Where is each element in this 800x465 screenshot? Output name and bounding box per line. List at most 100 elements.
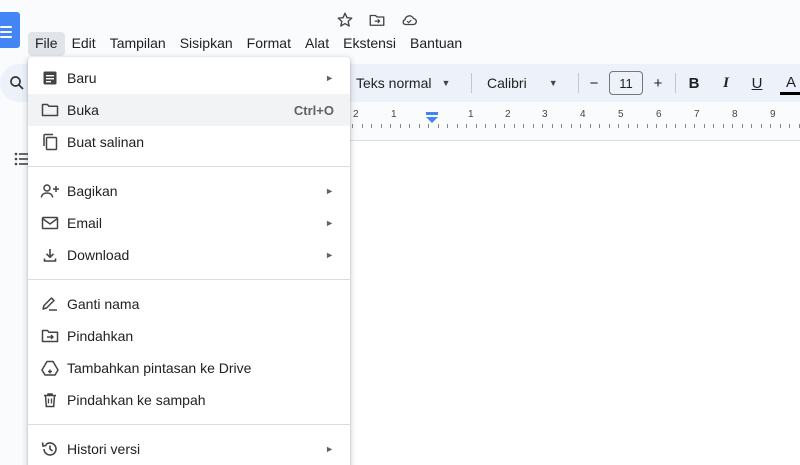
- rename-icon: [40, 294, 60, 314]
- file-menu-item-label: Pindahkan: [67, 328, 134, 344]
- file-menu-item-label: Ganti nama: [67, 296, 140, 312]
- submenu-arrow-icon: ►: [325, 250, 334, 260]
- ruler-tick: [438, 124, 439, 128]
- ruler-tick: [533, 124, 534, 128]
- ruler-tick: [732, 124, 733, 128]
- menu-format[interactable]: Format: [240, 32, 298, 56]
- ruler-number: 8: [732, 109, 738, 120]
- cloud-saved-icon[interactable]: [398, 10, 420, 30]
- ruler-tick: [647, 124, 648, 128]
- search-icon[interactable]: [8, 74, 26, 97]
- toolbar-divider: [578, 73, 579, 93]
- file-menu-item[interactable]: Email ►: [28, 207, 350, 239]
- menu-extensions[interactable]: Ekstensi: [336, 32, 403, 56]
- bold-button[interactable]: B: [683, 73, 705, 93]
- ruler-tick: [751, 124, 752, 128]
- caret-down-icon: ▼: [548, 78, 558, 88]
- email-icon: [40, 213, 60, 233]
- increase-font-size-button[interactable]: +: [647, 73, 669, 93]
- file-menu-item[interactable]: Pindahkan ke sampah: [28, 384, 350, 416]
- ruler-tick: [609, 124, 610, 128]
- paragraph-style-dropdown[interactable]: Teks normal ▼: [356, 73, 450, 93]
- ruler-tick: [685, 124, 686, 128]
- ruler-tick: [485, 124, 486, 128]
- ruler-tick: [694, 124, 695, 128]
- menu-view[interactable]: Tampilan: [103, 32, 173, 56]
- ruler-tick: [428, 124, 429, 128]
- ruler-tick: [666, 124, 667, 128]
- ruler-tick: [704, 124, 705, 128]
- file-menu-item[interactable]: Pindahkan: [28, 320, 350, 352]
- ruler-tick: [675, 124, 676, 128]
- ruler-tick: [571, 124, 572, 128]
- file-menu-item[interactable]: Buat salinan: [28, 126, 350, 158]
- file-menu-item[interactable]: Bagikan ►: [28, 175, 350, 207]
- trash-icon: [40, 390, 60, 410]
- ruler-tick: [381, 124, 382, 128]
- star-icon[interactable]: [334, 10, 356, 30]
- font-size-input[interactable]: 11: [609, 71, 643, 95]
- move-folder-icon[interactable]: [366, 10, 388, 30]
- file-menu-item[interactable]: Tambahkan pintasan ke Drive: [28, 352, 350, 384]
- menu-tools[interactable]: Alat: [298, 32, 336, 56]
- file-menu-item-label: Tambahkan pintasan ke Drive: [67, 360, 252, 376]
- text-color-button[interactable]: A: [780, 73, 800, 95]
- font-family-dropdown[interactable]: Calibri ▼: [487, 73, 558, 93]
- file-menu-item-label: Email: [67, 215, 103, 231]
- ruler-tick: [656, 124, 657, 128]
- ruler-tick: [713, 124, 714, 128]
- docs-logo-icon[interactable]: [0, 12, 20, 48]
- font-family-value: Calibri: [487, 75, 527, 91]
- ruler-tick: [789, 124, 790, 128]
- ruler-tick: [590, 124, 591, 128]
- ruler-tick: [476, 124, 477, 128]
- indent-marker-icon[interactable]: [426, 112, 438, 124]
- ruler-tick: [514, 124, 515, 128]
- ruler-number: 2: [505, 109, 511, 120]
- file-menu-item-label: Bagikan: [67, 183, 118, 199]
- ruler-tick: [580, 124, 581, 128]
- ruler-tick: [780, 124, 781, 128]
- ruler-tick: [371, 124, 372, 128]
- file-menu-item-label: Buat salinan: [67, 134, 145, 150]
- document-page[interactable]: [350, 141, 800, 465]
- underline-button[interactable]: U: [746, 73, 768, 93]
- ruler-tick: [362, 124, 363, 128]
- menu-separator: [28, 279, 350, 280]
- ruler-tick: [523, 124, 524, 128]
- horizontal-ruler[interactable]: 2 1 1 2 3 4 5 6 7 8 9: [350, 104, 800, 130]
- new-doc-icon: [40, 68, 60, 88]
- menu-separator: [28, 166, 350, 167]
- file-menu-item-label: Baru: [67, 70, 97, 86]
- file-menu-item[interactable]: Buka Ctrl+O: [28, 94, 350, 126]
- file-menu-item[interactable]: Download ►: [28, 239, 350, 271]
- file-menu-item[interactable]: Baru ►: [28, 62, 350, 94]
- ruler-number: 4: [580, 109, 586, 120]
- ruler-tick: [419, 124, 420, 128]
- ruler-tick: [561, 124, 562, 128]
- ruler-tick: [742, 124, 743, 128]
- ruler-tick: [618, 124, 619, 128]
- ruler-tick: [447, 124, 448, 128]
- menu-insert[interactable]: Sisipkan: [173, 32, 240, 56]
- file-menu-item[interactable]: Ganti nama: [28, 288, 350, 320]
- share-person-icon: [40, 181, 60, 201]
- ruler-tick: [723, 124, 724, 128]
- drive-shortcut-icon: [40, 358, 60, 378]
- decrease-font-size-button[interactable]: −: [583, 73, 605, 93]
- submenu-arrow-icon: ►: [325, 218, 334, 228]
- move-folder-icon: [40, 326, 60, 346]
- ruler-tick: [628, 124, 629, 128]
- ruler-tick: [542, 124, 543, 128]
- file-menu-item-label: Pindahkan ke sampah: [67, 392, 206, 408]
- ruler-tick: [599, 124, 600, 128]
- menu-bar: File Edit Tampilan Sisipkan Format Alat …: [28, 32, 469, 56]
- menu-file[interactable]: File: [28, 32, 65, 56]
- menu-edit[interactable]: Edit: [65, 32, 103, 56]
- italic-button[interactable]: I: [715, 73, 737, 93]
- menu-help[interactable]: Bantuan: [403, 32, 469, 56]
- version-history-icon: [40, 439, 60, 459]
- file-menu-item[interactable]: Histori versi ►: [28, 433, 350, 465]
- ruler-number: 5: [618, 109, 624, 120]
- ruler-number: 2: [353, 109, 359, 120]
